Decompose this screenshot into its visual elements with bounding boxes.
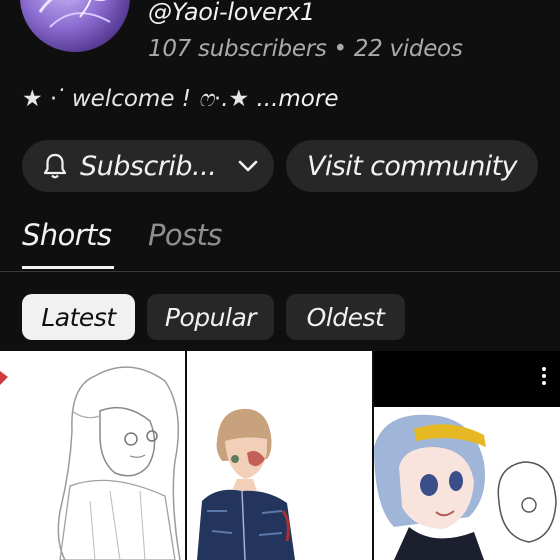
subscribe-label: Subscrib... (80, 150, 217, 182)
visit-community-button[interactable]: Visit community (286, 140, 538, 192)
bell-icon (42, 152, 68, 180)
subscribe-button[interactable]: Subscrib... (22, 140, 274, 192)
tab-shorts[interactable]: Shorts (22, 218, 112, 252)
chevron-down-icon (238, 160, 258, 172)
filter-popular[interactable]: Popular (147, 294, 274, 340)
short-thumbnail-3-art (374, 407, 560, 560)
tab-posts[interactable]: Posts (148, 218, 222, 252)
filter-oldest[interactable]: Oldest (286, 294, 405, 340)
more-vertical-icon[interactable] (542, 367, 546, 385)
more-link[interactable]: ...more (256, 86, 338, 112)
channel-avatar[interactable] (20, 0, 130, 52)
short-thumbnail-2[interactable] (187, 351, 372, 560)
channel-handle: @Yaoi-loverx1 (148, 0, 315, 26)
channel-tabs: Shorts Posts (0, 212, 560, 272)
short-thumbnail-1[interactable] (0, 351, 185, 560)
active-tab-indicator (22, 266, 114, 269)
filter-latest[interactable]: Latest (22, 294, 135, 340)
bio-text: ★ ⋅ ̇ welcome ! ෆ⋅.★ (22, 86, 250, 112)
channel-bio[interactable]: ★ ⋅ ̇ welcome ! ෆ⋅.★ ...more (22, 86, 339, 112)
channel-stats: 107 subscribers • 22 videos (148, 36, 463, 62)
visit-community-label: Visit community (307, 150, 518, 182)
short-thumbnail-3[interactable] (374, 351, 560, 560)
